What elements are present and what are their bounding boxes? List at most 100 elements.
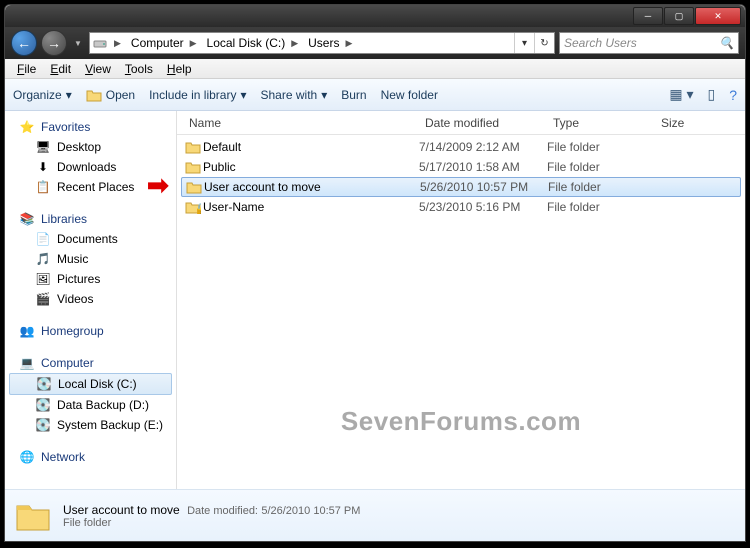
music-icon: 🎵	[35, 251, 51, 267]
sidebar-data-backup[interactable]: 💽Data Backup (D:)	[5, 395, 176, 415]
folder-icon: 🔒	[183, 200, 203, 214]
sidebar-libraries[interactable]: 📚Libraries	[5, 209, 176, 229]
sidebar-music[interactable]: 🎵Music	[5, 249, 176, 269]
chevron-right-icon[interactable]: ▶	[341, 38, 356, 49]
file-name: Default	[203, 140, 419, 154]
search-icon: 🔍	[719, 36, 734, 50]
folder-icon	[183, 160, 203, 174]
navigation-bar: ← → ▼ ▶ Computer ▶ Local Disk (C:) ▶ Use…	[5, 27, 745, 59]
drive-icon: 💽	[35, 397, 51, 413]
menu-tools[interactable]: Tools	[119, 60, 159, 78]
command-bar: Organize ▾ Open Include in library ▾ Sha…	[5, 79, 745, 111]
network-icon: 🌐	[19, 449, 35, 465]
file-type: File folder	[547, 160, 655, 174]
star-icon: ⭐	[19, 119, 35, 135]
open-button[interactable]: Open	[86, 88, 135, 102]
help-button[interactable]: ?	[729, 87, 737, 103]
homegroup-icon: 👥	[19, 323, 35, 339]
pictures-icon: 🖼	[35, 271, 51, 287]
sidebar-recent-places[interactable]: 📋Recent Places	[5, 177, 176, 197]
chevron-right-icon[interactable]: ▶	[186, 38, 201, 49]
search-box[interactable]: Search Users 🔍	[559, 32, 739, 54]
sidebar-videos[interactable]: 🎬Videos	[5, 289, 176, 309]
file-date: 5/26/2010 10:57 PM	[420, 180, 548, 194]
downloads-icon: ⬇	[35, 159, 51, 175]
breadcrumb-drive[interactable]: Local Disk (C:)	[201, 33, 288, 53]
sidebar-favorites[interactable]: ⭐Favorites	[5, 117, 176, 137]
details-pane: User account to move Date modified: 5/26…	[5, 489, 745, 541]
nav-history-dropdown[interactable]: ▼	[71, 34, 85, 52]
column-type[interactable]: Type	[547, 116, 655, 130]
sidebar-downloads[interactable]: ⬇Downloads	[5, 157, 176, 177]
file-row[interactable]: User account to move5/26/2010 10:57 PMFi…	[181, 177, 741, 197]
address-dropdown[interactable]: ▾	[514, 33, 534, 53]
details-modified-value: 5/26/2010 10:57 PM	[261, 505, 360, 517]
details-type: File folder	[63, 517, 360, 529]
details-modified-label: Date modified:	[187, 505, 258, 517]
new-folder-button[interactable]: New folder	[381, 88, 438, 102]
sidebar-local-disk-c[interactable]: 💽Local Disk (C:)	[9, 373, 172, 395]
address-bar[interactable]: ▶ Computer ▶ Local Disk (C:) ▶ Users ▶ ▾…	[89, 32, 555, 54]
folder-icon	[183, 140, 203, 154]
sidebar-documents[interactable]: 📄Documents	[5, 229, 176, 249]
videos-icon: 🎬	[35, 291, 51, 307]
organize-button[interactable]: Organize ▾	[13, 88, 72, 102]
file-date: 5/17/2010 1:58 AM	[419, 160, 547, 174]
file-row[interactable]: Default7/14/2009 2:12 AMFile folder	[177, 137, 745, 157]
details-name: User account to move	[63, 503, 180, 517]
menu-help[interactable]: Help	[161, 60, 198, 78]
sidebar-network[interactable]: 🌐Network	[5, 447, 176, 467]
titlebar: ─ ▢ ✕	[5, 5, 745, 27]
menu-view[interactable]: View	[79, 60, 117, 78]
maximize-button[interactable]: ▢	[664, 7, 694, 25]
column-headers: Name Date modified Type Size	[177, 111, 745, 135]
share-with-button[interactable]: Share with ▾	[261, 88, 328, 102]
menu-bar: File Edit View Tools Help	[5, 59, 745, 79]
recent-icon: 📋	[35, 179, 51, 195]
folder-icon	[13, 496, 53, 536]
folder-icon	[184, 180, 204, 194]
search-placeholder: Search Users	[564, 36, 719, 50]
forward-button[interactable]: →	[41, 30, 67, 56]
menu-file[interactable]: File	[11, 60, 42, 78]
view-options-button[interactable]: ▦ ▾	[669, 86, 693, 103]
close-button[interactable]: ✕	[695, 7, 741, 25]
svg-text:🔒: 🔒	[194, 202, 201, 214]
explorer-window: ─ ▢ ✕ ← → ▼ ▶ Computer ▶ Local Disk (C:)…	[4, 4, 746, 542]
breadcrumb-computer[interactable]: Computer	[125, 33, 186, 53]
file-type: File folder	[547, 140, 655, 154]
file-date: 7/14/2009 2:12 AM	[419, 140, 547, 154]
breadcrumb-folder[interactable]: Users	[302, 33, 341, 53]
column-size[interactable]: Size	[655, 116, 745, 130]
sidebar-homegroup[interactable]: 👥Homegroup	[5, 321, 176, 341]
file-row[interactable]: Public5/17/2010 1:58 AMFile folder	[177, 157, 745, 177]
file-date: 5/23/2010 5:16 PM	[419, 200, 547, 214]
refresh-button[interactable]: ↻	[534, 33, 554, 53]
sidebar-computer[interactable]: 💻Computer	[5, 353, 176, 373]
desktop-icon: 🖥	[35, 139, 51, 155]
file-row[interactable]: 🔒User-Name5/23/2010 5:16 PMFile folder	[177, 197, 745, 217]
chevron-right-icon[interactable]: ▶	[287, 38, 302, 49]
file-name: Public	[203, 160, 419, 174]
drive-icon: 💽	[36, 376, 52, 392]
file-type: File folder	[548, 180, 656, 194]
menu-edit[interactable]: Edit	[44, 60, 77, 78]
sidebar-desktop[interactable]: 🖥Desktop	[5, 137, 176, 157]
drive-icon	[90, 37, 110, 49]
file-list: Name Date modified Type Size ➡ Default7/…	[177, 111, 745, 489]
back-button[interactable]: ←	[11, 30, 37, 56]
sidebar-system-backup[interactable]: 💽System Backup (E:)	[5, 415, 176, 435]
sidebar-pictures[interactable]: 🖼Pictures	[5, 269, 176, 289]
burn-button[interactable]: Burn	[341, 88, 366, 102]
file-name: User-Name	[203, 200, 419, 214]
column-date[interactable]: Date modified	[419, 116, 547, 130]
chevron-right-icon[interactable]: ▶	[110, 38, 125, 49]
preview-pane-button[interactable]: ▯	[707, 86, 715, 103]
file-name: User account to move	[204, 180, 420, 194]
file-type: File folder	[547, 200, 655, 214]
column-name[interactable]: Name	[183, 116, 419, 130]
documents-icon: 📄	[35, 231, 51, 247]
drive-icon: 💽	[35, 417, 51, 433]
minimize-button[interactable]: ─	[633, 7, 663, 25]
include-library-button[interactable]: Include in library ▾	[149, 88, 246, 102]
